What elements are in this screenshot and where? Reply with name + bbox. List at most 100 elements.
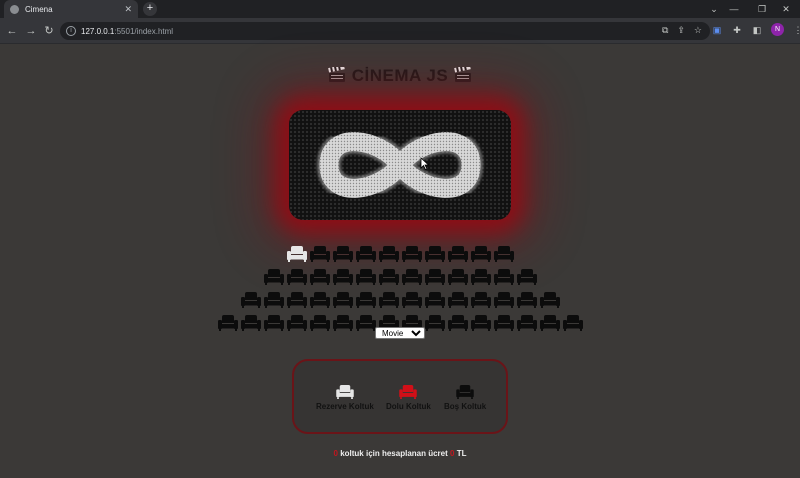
seat-empty[interactable]: [470, 315, 491, 333]
legend-reserved: Rezerve Koltuk: [316, 385, 374, 411]
seat-empty[interactable]: [493, 315, 514, 333]
info-icon[interactable]: i: [66, 26, 76, 36]
bookmark-star-icon[interactable]: ☆: [694, 25, 702, 36]
clapperboard-icon: [327, 67, 345, 82]
seat-empty[interactable]: [401, 292, 422, 310]
address-bar[interactable]: i 127.0.0.1 :5501/index.html ⧉ ⇪ ☆: [60, 22, 710, 40]
legend-occupied: Dolu Koltuk: [386, 385, 431, 411]
legend-occupied-label: Dolu Koltuk: [386, 402, 431, 411]
seat-count: 0: [333, 449, 338, 458]
seat-empty[interactable]: [263, 269, 284, 287]
back-button[interactable]: ←: [4, 23, 20, 39]
seat-empty[interactable]: [424, 292, 445, 310]
extension-app-icon[interactable]: ▣: [711, 24, 723, 36]
seat-empty[interactable]: [378, 246, 399, 264]
menu-kebab-icon[interactable]: ⋮: [792, 24, 800, 36]
browser-toolbar: ← → ↻ i 127.0.0.1 :5501/index.html ⧉ ⇪ ☆…: [0, 18, 800, 44]
close-icon[interactable]: ✕: [124, 4, 132, 14]
seat-empty[interactable]: [309, 315, 330, 333]
forward-button[interactable]: →: [23, 23, 39, 39]
seat-empty[interactable]: [424, 315, 445, 333]
seat-empty[interactable]: [424, 269, 445, 287]
minimize-button[interactable]: —: [720, 0, 748, 18]
seat-empty[interactable]: [424, 246, 445, 264]
seat-empty[interactable]: [355, 315, 376, 333]
price-summary: 0 koltuk için hesaplanan ücret 0 TL: [0, 449, 800, 458]
seat-empty[interactable]: [286, 269, 307, 287]
legend-empty: Boş Koltuk: [444, 385, 486, 411]
browser-tabstrip: Cimena ✕ + ⌄ — ❐ ✕: [0, 0, 800, 18]
new-tab-button[interactable]: +: [143, 2, 157, 16]
seat-empty[interactable]: [447, 269, 468, 287]
clapperboard-icon: [454, 67, 472, 82]
seat-empty[interactable]: [470, 269, 491, 287]
seat-empty[interactable]: [447, 246, 468, 264]
seat-empty[interactable]: [332, 292, 353, 310]
seat-empty[interactable]: [263, 315, 284, 333]
url-host: 127.0.0.1: [81, 26, 115, 36]
seat-empty[interactable]: [355, 246, 376, 264]
close-window-button[interactable]: ✕: [772, 0, 800, 18]
seat-empty[interactable]: [447, 292, 468, 310]
seat-empty[interactable]: [240, 292, 261, 310]
seat-empty[interactable]: [309, 246, 330, 264]
total-price: 0: [450, 449, 455, 458]
seat-empty[interactable]: [401, 246, 422, 264]
seat-empty[interactable]: [470, 246, 491, 264]
seat-empty[interactable]: [355, 269, 376, 287]
puzzle-extensions-icon[interactable]: ✚: [731, 24, 743, 36]
seat-empty[interactable]: [286, 292, 307, 310]
seat-row: [0, 246, 800, 269]
translate-icon[interactable]: ⧉: [662, 25, 668, 36]
seat-empty[interactable]: [516, 292, 537, 310]
side-panel-icon[interactable]: ◧: [751, 24, 763, 36]
legend-empty-label: Boş Koltuk: [444, 402, 487, 411]
armchair-icon: [456, 385, 474, 399]
page-title: CİNEMA JS: [0, 66, 800, 86]
browser-tab[interactable]: Cimena ✕: [4, 0, 138, 18]
seat-empty[interactable]: [516, 269, 537, 287]
price-text: koltuk için hesaplanan ücret: [340, 449, 448, 458]
infinity-icon: [316, 129, 484, 201]
currency-label: TL: [456, 449, 467, 458]
url-path: :5501/index.html: [114, 26, 174, 36]
seat-empty[interactable]: [286, 315, 307, 333]
movie-select[interactable]: Movie 1: [375, 327, 425, 339]
armchair-icon: [336, 385, 354, 399]
seat-empty[interactable]: [401, 269, 422, 287]
seat-empty[interactable]: [493, 246, 514, 264]
seat-empty[interactable]: [447, 315, 468, 333]
tab-title: Cimena: [25, 4, 53, 14]
globe-icon: [10, 4, 19, 14]
reload-button[interactable]: ↻: [41, 23, 57, 39]
seat-reserved[interactable]: [286, 246, 307, 264]
mouse-cursor-icon: [420, 157, 430, 170]
seat-empty[interactable]: [263, 292, 284, 310]
seat-legend: Rezerve Koltuk Dolu Koltuk Boş Koltuk: [292, 359, 508, 434]
seat-empty[interactable]: [378, 292, 399, 310]
seat-empty[interactable]: [378, 269, 399, 287]
seat-row: [0, 292, 800, 315]
profile-avatar[interactable]: N: [771, 23, 784, 36]
seat-empty[interactable]: [309, 292, 330, 310]
armchair-icon: [399, 385, 418, 399]
seat-empty[interactable]: [470, 292, 491, 310]
seat-empty[interactable]: [493, 292, 514, 310]
seat-empty[interactable]: [217, 315, 238, 333]
seat-empty[interactable]: [309, 269, 330, 287]
seat-empty[interactable]: [355, 292, 376, 310]
seat-empty[interactable]: [516, 315, 537, 333]
seat-empty[interactable]: [332, 269, 353, 287]
seat-empty[interactable]: [539, 315, 560, 333]
cinema-screen: [289, 110, 511, 220]
seat-empty[interactable]: [240, 315, 261, 333]
seat-row: [0, 269, 800, 292]
page-title-text: CİNEMA JS: [351, 66, 449, 85]
seat-empty[interactable]: [562, 315, 583, 333]
share-icon[interactable]: ⇪: [677, 25, 685, 36]
seat-empty[interactable]: [332, 246, 353, 264]
seat-empty[interactable]: [332, 315, 353, 333]
seat-map: [0, 246, 800, 338]
seat-empty[interactable]: [493, 269, 514, 287]
seat-empty[interactable]: [539, 292, 560, 310]
